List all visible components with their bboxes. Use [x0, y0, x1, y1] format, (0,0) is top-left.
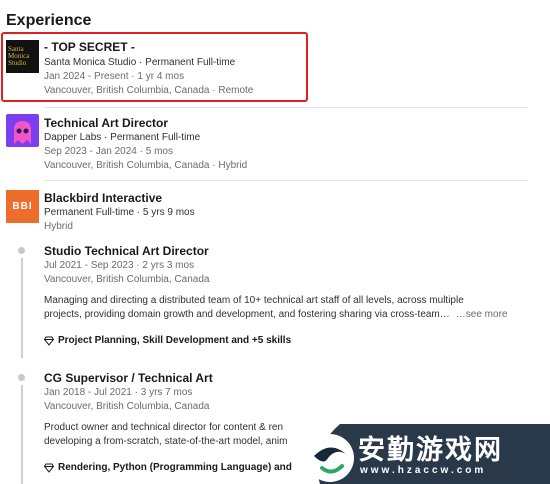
- company-and-type: Santa Monica Studio · Permanent Full-tim…: [44, 57, 236, 68]
- role-dates: Jan 2018 - Jul 2021 · 3 yrs 7 mos: [44, 387, 193, 398]
- description-text: projects, providing domain growth and de…: [44, 309, 450, 320]
- company-and-type: Dapper Labs · Permanent Full-time: [44, 132, 201, 143]
- timeline-dot: [18, 374, 25, 381]
- job-dates: Jan 2024 - Present · 1 yr 4 mos: [44, 71, 185, 82]
- diamond-icon: [44, 336, 54, 346]
- role-description: Managing and directing a distributed tea…: [44, 294, 530, 322]
- diamond-icon: [44, 463, 54, 473]
- company-name[interactable]: Blackbird Interactive: [44, 191, 162, 205]
- role-dates: Jul 2021 - Sep 2023 · 2 yrs 3 mos: [44, 260, 195, 271]
- job-title[interactable]: Technical Art Director: [44, 116, 168, 130]
- job-location: Vancouver, British Columbia, Canada · Re…: [44, 85, 254, 96]
- skills-row[interactable]: Project Planning, Skill Development and …: [44, 335, 291, 346]
- divider: [44, 107, 528, 108]
- description-line: projects, providing domain growth and de…: [44, 308, 530, 322]
- job-dates: Sep 2023 - Jan 2024 · 5 mos: [44, 146, 173, 157]
- job-location: Vancouver, British Columbia, Canada · Hy…: [44, 160, 248, 171]
- job-title[interactable]: - TOP SECRET -: [44, 40, 135, 54]
- role-title[interactable]: CG Supervisor / Technical Art: [44, 371, 213, 385]
- skills-text: Rendering, Python (Programming Language)…: [58, 462, 292, 473]
- section-heading-experience: Experience: [6, 12, 92, 29]
- timeline-line: [21, 385, 23, 484]
- timeline-line: [21, 258, 23, 358]
- logo-text: Studio: [8, 59, 27, 67]
- role-location: Vancouver, British Columbia, Canada: [44, 274, 210, 285]
- dapper-labs-logo[interactable]: [6, 114, 39, 147]
- watermark-title: 安勤游戏网: [358, 435, 503, 465]
- watermark-url: www.hzaccw.com: [360, 465, 487, 476]
- work-mode: Hybrid: [44, 221, 73, 232]
- divider: [44, 180, 528, 181]
- skills-text: Project Planning, Skill Development and …: [58, 335, 292, 346]
- role-title[interactable]: Studio Technical Art Director: [44, 244, 209, 258]
- description-line: Managing and directing a distributed tea…: [44, 295, 464, 306]
- role-location: Vancouver, British Columbia, Canada: [44, 401, 210, 412]
- santa-monica-logo[interactable]: Santa Monica Studio: [6, 40, 39, 73]
- skills-row[interactable]: Rendering, Python (Programming Language)…: [44, 462, 292, 473]
- logo-text: BBI: [12, 201, 33, 212]
- see-more-link[interactable]: …see more: [456, 308, 508, 322]
- timeline-dot: [18, 247, 25, 254]
- employment-summary: Permanent Full-time · 5 yrs 9 mos: [44, 207, 195, 218]
- blackbird-logo[interactable]: BBI: [6, 190, 39, 223]
- dapper-labs-icon: [14, 121, 31, 144]
